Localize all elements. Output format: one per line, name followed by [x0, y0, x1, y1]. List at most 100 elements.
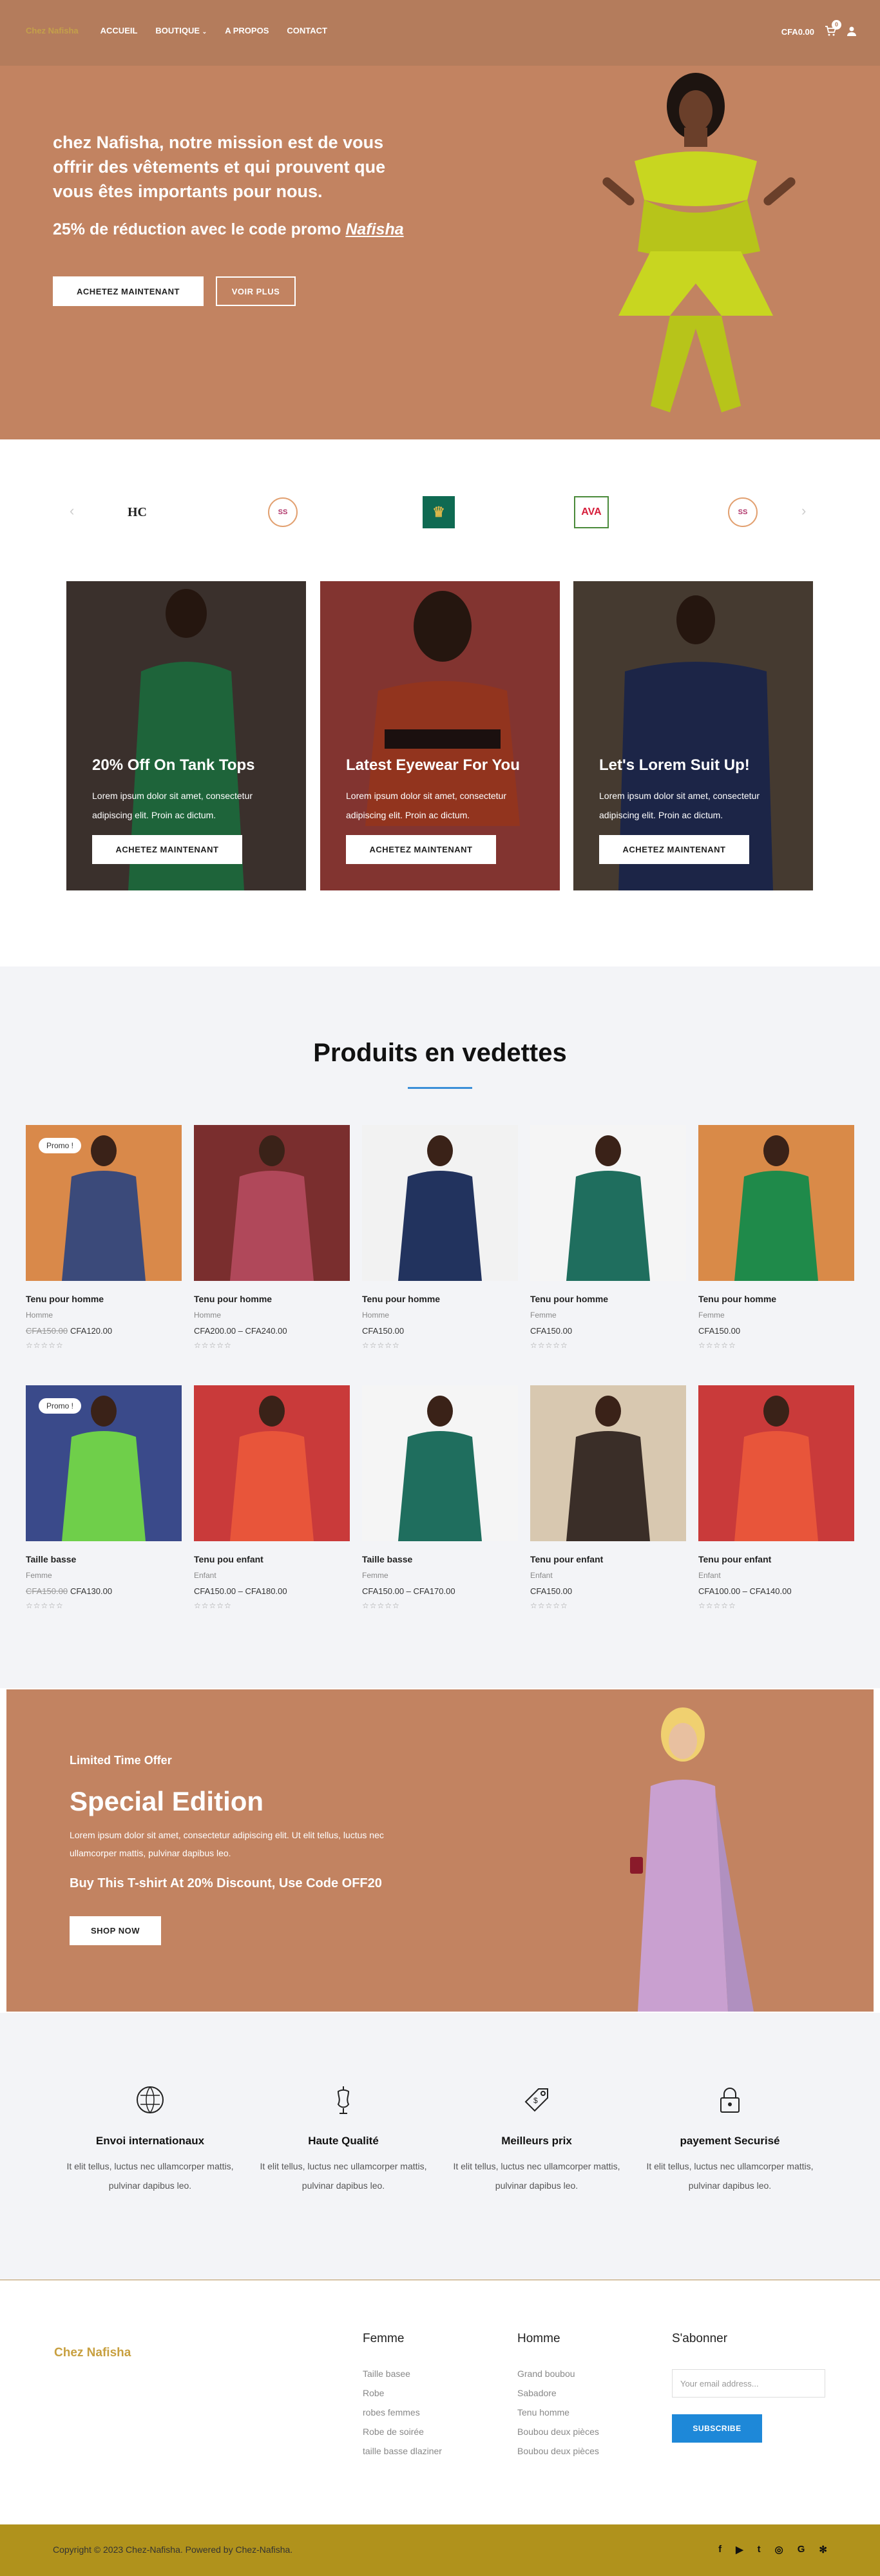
product-image[interactable]: Promo !: [26, 1385, 182, 1541]
footer-logo[interactable]: Chez Nafisha: [54, 2346, 131, 2360]
promo-badge: Promo !: [39, 1398, 82, 1414]
offer-title: Special Edition: [70, 1786, 264, 1816]
shop-now-button[interactable]: SHOP NOW: [70, 1916, 161, 1945]
product-model: [230, 1135, 314, 1281]
product-card[interactable]: Tenu pour homme Homme CFA150.00 ☆☆☆☆☆: [362, 1125, 518, 1350]
product-card[interactable]: Promo ! Taille basse Femme CFA150.00 CFA130.…: [26, 1385, 182, 1610]
product-image[interactable]: [194, 1385, 350, 1541]
product-category[interactable]: Homme: [362, 1311, 518, 1320]
card-buy-button[interactable]: ACHETEZ MAINTENANT: [92, 835, 242, 864]
brand-hc-text: HC: [128, 505, 147, 519]
product-card[interactable]: Tenu pour enfant Enfant CFA100.00 – CFA140…: [698, 1385, 854, 1610]
card-buy-button[interactable]: ACHETEZ MAINTENANT: [599, 835, 749, 864]
product-category[interactable]: Femme: [362, 1571, 518, 1580]
product-category[interactable]: Enfant: [530, 1571, 686, 1580]
nav-a-propos[interactable]: A PROPOS: [225, 26, 269, 35]
twitter-icon[interactable]: t: [758, 2544, 761, 2555]
footer-col-title: Homme: [517, 2332, 560, 2345]
product-name[interactable]: Taille basse: [26, 1554, 182, 1564]
product-image[interactable]: [362, 1385, 518, 1541]
current-price: CFA100.00 – CFA140.00: [698, 1586, 792, 1596]
product-category[interactable]: Femme: [698, 1311, 854, 1320]
nav-boutique[interactable]: BOUTIQUE ⌄: [155, 26, 207, 35]
product-image[interactable]: Promo !: [26, 1125, 182, 1281]
product-image[interactable]: [194, 1125, 350, 1281]
email-input[interactable]: Your email address...: [672, 2369, 825, 2398]
brand-logo-ss[interactable]: SS: [268, 497, 298, 527]
special-offer-banner: Limited Time Offer Special Edition Lorem…: [6, 1689, 874, 2012]
subscribe-button[interactable]: SUBSCRIBE: [672, 2414, 762, 2443]
product-name[interactable]: Taille basse: [362, 1554, 518, 1564]
hero-see-more-button[interactable]: VOIR PLUS: [216, 276, 296, 306]
footer-link[interactable]: Taille basee: [363, 2364, 442, 2383]
product-card[interactable]: Tenu pour enfant Enfant CFA150.00 ☆☆☆☆☆: [530, 1385, 686, 1610]
brands-prev-arrow[interactable]: ‹: [70, 503, 74, 519]
user-account-icon[interactable]: [847, 26, 857, 38]
product-name[interactable]: Tenu pour enfant: [698, 1554, 854, 1564]
brand-logo-hc[interactable]: HC: [118, 493, 157, 532]
product-name[interactable]: Tenu pour homme: [530, 1294, 686, 1304]
feature-item: payement Securisé It elit tellus, luctus…: [633, 2084, 827, 2195]
footer-link[interactable]: taille basse dlaziner: [363, 2441, 442, 2461]
footer-link[interactable]: Boubou deux pièces: [517, 2422, 599, 2441]
footer-link[interactable]: Sabadore: [517, 2383, 599, 2403]
product-name[interactable]: Tenu pour homme: [26, 1294, 182, 1304]
hero-buy-button[interactable]: ACHETEZ MAINTENANT: [53, 276, 204, 306]
product-card[interactable]: Promo ! Tenu pour homme Homme CFA150.00 CFA1…: [26, 1125, 182, 1350]
footer-link[interactable]: Robe: [363, 2383, 442, 2403]
product-category[interactable]: Enfant: [698, 1571, 854, 1580]
footer-col-subscribe: S'abonner: [672, 2332, 727, 2346]
brand-logo-ss-2[interactable]: SS: [728, 497, 758, 527]
product-card[interactable]: Tenu pou enfant Enfant CFA150.00 – CFA180.…: [194, 1385, 350, 1610]
product-category[interactable]: Homme: [26, 1311, 182, 1320]
footer-link[interactable]: robes femmes: [363, 2403, 442, 2422]
yelp-icon[interactable]: ✻: [819, 2544, 827, 2555]
product-category[interactable]: Homme: [194, 1311, 350, 1320]
footer-link[interactable]: Robe de soirée: [363, 2422, 442, 2441]
product-category[interactable]: Femme: [530, 1311, 686, 1320]
brand-logo-ava[interactable]: AVA: [574, 496, 609, 528]
youtube-icon[interactable]: ▶: [736, 2544, 743, 2555]
brands-next-arrow[interactable]: ›: [801, 503, 806, 519]
product-name[interactable]: Tenu pour homme: [194, 1294, 350, 1304]
product-image[interactable]: [362, 1125, 518, 1281]
footer-link[interactable]: Grand boubou: [517, 2364, 599, 2383]
product-card[interactable]: Tenu pour homme Femme CFA150.00 ☆☆☆☆☆: [698, 1125, 854, 1350]
footer-link[interactable]: Tenu homme: [517, 2403, 599, 2422]
product-image[interactable]: [530, 1125, 686, 1281]
current-price: CFA150.00: [698, 1326, 741, 1336]
rating-stars: ☆☆☆☆☆: [194, 1601, 232, 1610]
nav-accueil[interactable]: ACCUEIL: [100, 26, 138, 35]
product-card[interactable]: Tenu pour homme Homme CFA200.00 – CFA240.0…: [194, 1125, 350, 1350]
brand-logo-crown[interactable]: ♛: [423, 496, 455, 528]
nav-contact[interactable]: CONTACT: [287, 26, 327, 35]
product-name[interactable]: Tenu pou enfant: [194, 1554, 350, 1564]
facebook-icon[interactable]: f: [718, 2544, 722, 2555]
product-name[interactable]: Tenu pour enfant: [530, 1554, 686, 1564]
old-price: CFA150.00: [26, 1586, 68, 1596]
rating-stars: ☆☆☆☆☆: [362, 1341, 400, 1350]
site-logo[interactable]: Chez Nafisha: [26, 26, 79, 35]
product-name[interactable]: Tenu pour homme: [698, 1294, 854, 1304]
promo-card[interactable]: Let's Lorem Suit Up! Lorem ipsum dolor s…: [573, 581, 813, 890]
promo-card[interactable]: 20% Off On Tank Tops Lorem ipsum dolor s…: [66, 581, 306, 890]
cart-total[interactable]: CFA0.00: [781, 27, 814, 37]
product-category[interactable]: Femme: [26, 1571, 182, 1580]
product-image[interactable]: [698, 1385, 854, 1541]
product-card[interactable]: Taille basse Femme CFA150.00 – CFA170.00 ☆☆…: [362, 1385, 518, 1610]
product-image[interactable]: [698, 1125, 854, 1281]
hero-headline: chez Nafisha, notre mission est de vous …: [53, 133, 386, 201]
product-category[interactable]: Enfant: [194, 1571, 350, 1580]
promo-card[interactable]: Latest Eyewear For You Lorem ipsum dolor…: [320, 581, 560, 890]
mannequin-icon: [337, 2086, 350, 2114]
product-name[interactable]: Tenu pour homme: [362, 1294, 518, 1304]
product-image[interactable]: [530, 1385, 686, 1541]
cart-icon[interactable]: 0: [825, 20, 841, 38]
google-icon[interactable]: G: [798, 2544, 805, 2555]
brand-ss-text: SS: [278, 508, 288, 516]
instagram-icon[interactable]: ◎: [775, 2544, 783, 2555]
product-card[interactable]: Tenu pour homme Femme CFA150.00 ☆☆☆☆☆: [530, 1125, 686, 1350]
product-price: CFA150.00 CFA120.00: [26, 1326, 182, 1336]
footer-link[interactable]: Boubou deux pièces: [517, 2441, 599, 2461]
card-buy-button[interactable]: ACHETEZ MAINTENANT: [346, 835, 496, 864]
